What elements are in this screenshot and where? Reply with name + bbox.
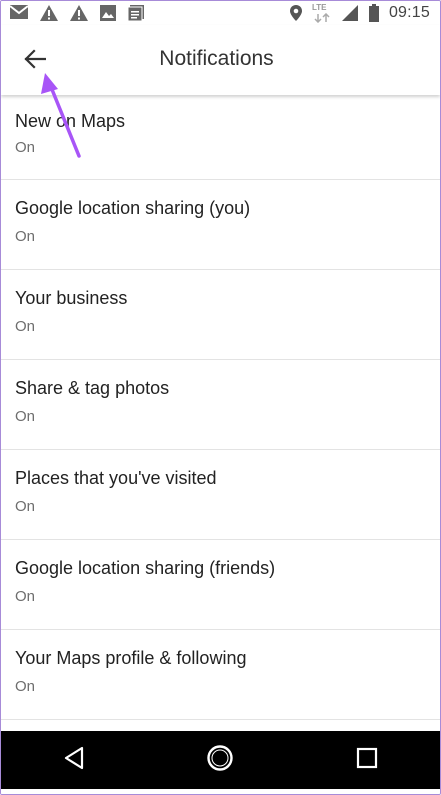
setting-status: On bbox=[15, 228, 36, 245]
setting-status: On bbox=[15, 408, 36, 425]
setting-status: On bbox=[15, 318, 36, 335]
setting-status: On bbox=[15, 139, 36, 156]
nav-back-button[interactable] bbox=[44, 738, 104, 782]
recents-square-icon bbox=[356, 747, 378, 774]
list-item[interactable]: Places that you've visited On bbox=[1, 450, 440, 540]
signal-icon bbox=[341, 4, 359, 22]
image-icon bbox=[99, 4, 117, 22]
back-triangle-icon bbox=[63, 746, 85, 775]
setting-title: New on Maps bbox=[15, 111, 126, 131]
setting-status: On bbox=[15, 588, 36, 605]
list-item[interactable]: Share & tag photos On bbox=[1, 360, 440, 450]
nav-home-button[interactable] bbox=[190, 738, 250, 782]
setting-status: On bbox=[15, 678, 36, 695]
gmail-icon bbox=[9, 4, 29, 22]
phone-screen: LTE 09:15 Notifications New on Maps On G… bbox=[0, 0, 441, 795]
lte-icon: LTE bbox=[311, 3, 332, 23]
setting-title: Google location sharing (friends) bbox=[15, 558, 276, 578]
status-bar-notifications bbox=[9, 4, 145, 22]
setting-status: On bbox=[15, 498, 36, 515]
status-bar: LTE 09:15 bbox=[1, 1, 440, 25]
status-bar-time: 09:15 bbox=[388, 4, 430, 21]
page-title: Notifications bbox=[159, 47, 274, 70]
setting-title: Your Maps profile & following bbox=[15, 648, 247, 668]
network-type-label: LTE bbox=[311, 3, 327, 12]
warning-icon bbox=[69, 4, 89, 22]
navigation-bar bbox=[1, 731, 440, 789]
setting-title: Your business bbox=[15, 288, 128, 308]
status-bar-system: LTE 09:15 bbox=[289, 3, 430, 23]
app-bar: Notifications bbox=[1, 25, 440, 95]
setting-title: Share & tag photos bbox=[15, 378, 170, 398]
setting-title: Places that you've visited bbox=[15, 468, 217, 488]
location-icon bbox=[289, 4, 303, 22]
notification-settings-list: New on Maps On Google location sharing (… bbox=[1, 95, 440, 720]
warning-icon bbox=[39, 4, 59, 22]
setting-title: Google location sharing (you) bbox=[15, 198, 251, 218]
battery-icon bbox=[368, 4, 380, 22]
bottom-strip bbox=[1, 789, 440, 794]
list-item[interactable]: Google location sharing (you) On bbox=[1, 180, 440, 270]
list-item[interactable]: Google location sharing (friends) On bbox=[1, 540, 440, 630]
list-item[interactable]: Your business On bbox=[1, 270, 440, 360]
list-item[interactable]: New on Maps On bbox=[1, 95, 440, 180]
document-icon bbox=[127, 4, 145, 22]
home-circle-icon bbox=[206, 744, 234, 777]
list-item[interactable]: Your Maps profile & following On bbox=[1, 630, 440, 720]
nav-recents-button[interactable] bbox=[337, 738, 397, 782]
